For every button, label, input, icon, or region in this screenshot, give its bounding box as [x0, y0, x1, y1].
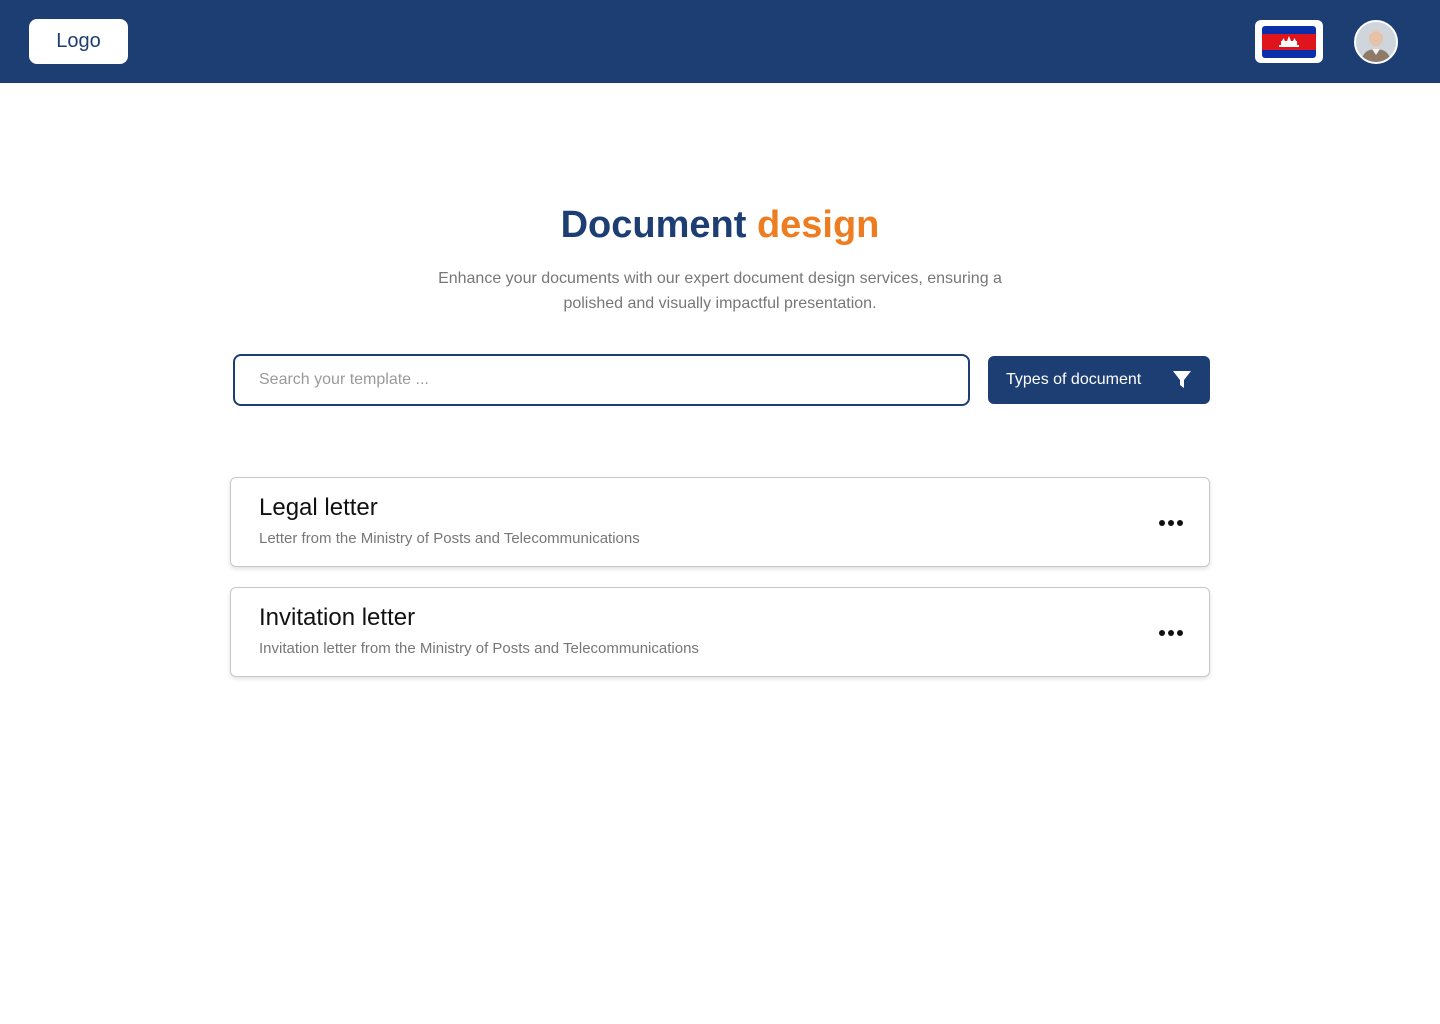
filter-icon — [1173, 371, 1191, 388]
document-title: Invitation letter — [259, 604, 416, 631]
page-subtitle: Enhance your documents with our expert d… — [438, 270, 1002, 312]
avatar-icon — [1356, 22, 1396, 62]
user-avatar[interactable] — [1354, 20, 1398, 64]
more-options-icon[interactable] — [1159, 624, 1183, 642]
page-title-primary: Document — [560, 204, 747, 246]
page-title-accent: design — [756, 204, 880, 246]
document-description: Letter from the Ministry of Posts and Te… — [259, 530, 640, 547]
more-options-icon[interactable] — [1159, 514, 1183, 532]
logo-button[interactable]: Logo — [29, 19, 128, 64]
document-description: Invitation letter from the Ministry of P… — [259, 640, 699, 657]
filter-button-label: Types of document — [1006, 371, 1142, 388]
top-nav-bar: Logo — [0, 0, 1440, 83]
document-card[interactable]: Invitation letter Invitation letter from… — [230, 587, 1210, 677]
template-search-input[interactable] — [233, 354, 970, 406]
cambodia-flag-icon — [1262, 25, 1316, 58]
document-card[interactable]: Legal letter Letter from the Ministry of… — [230, 477, 1210, 567]
language-flag-button[interactable] — [1255, 20, 1323, 63]
document-type-filter-button[interactable]: Types of document — [988, 356, 1210, 404]
page-title: Document design — [0, 204, 1440, 247]
document-title: Legal letter — [259, 494, 378, 521]
